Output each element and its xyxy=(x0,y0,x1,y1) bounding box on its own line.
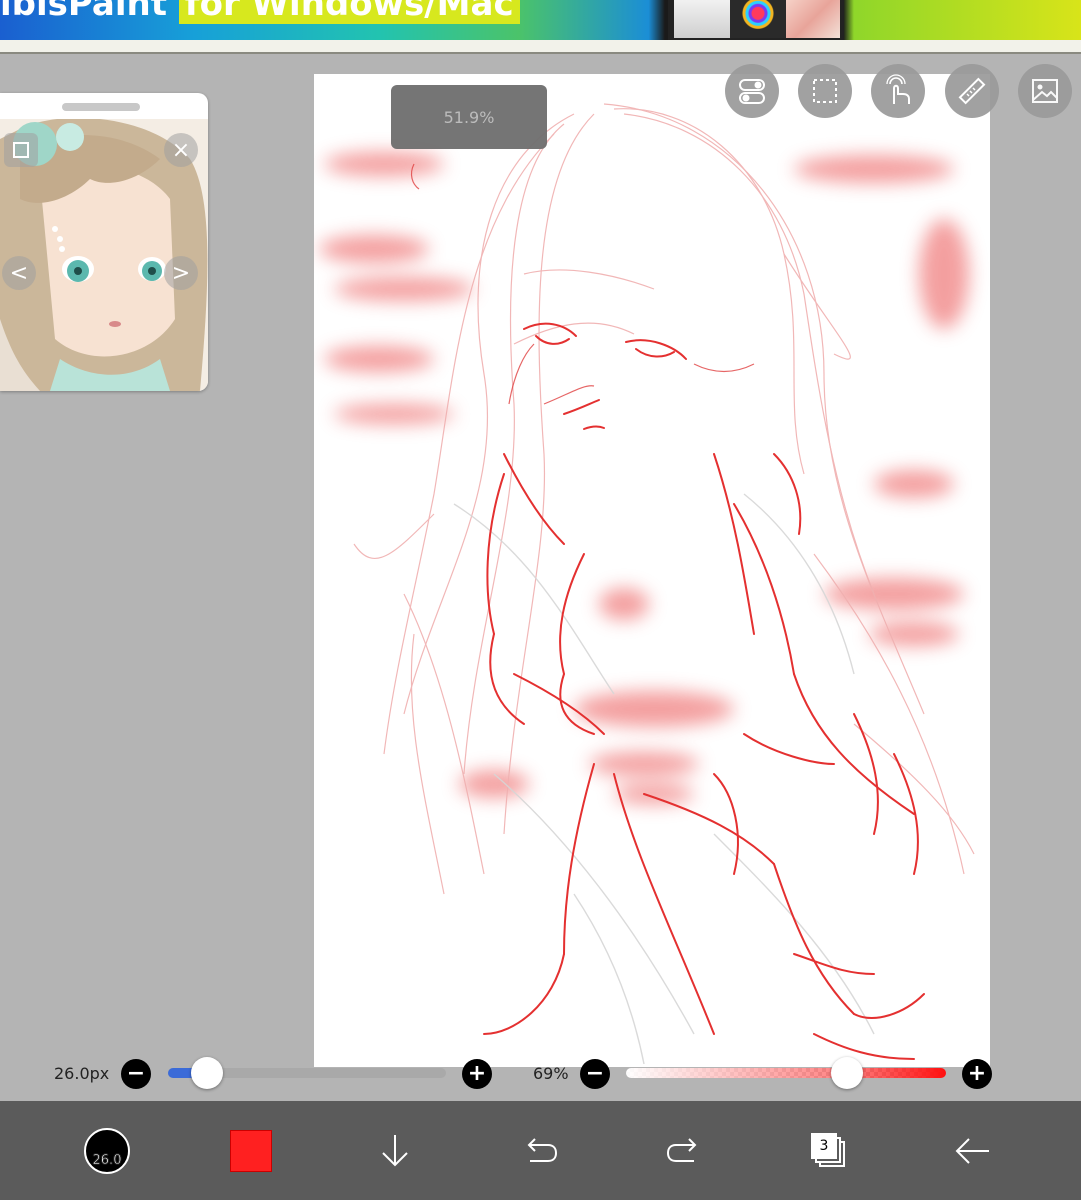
plus-icon: + xyxy=(467,1061,487,1086)
image-icon xyxy=(1032,79,1058,103)
ad-banner-text: ibisPaint for Windows/Mac xyxy=(0,0,520,24)
ad-thumbnail xyxy=(786,0,840,38)
chevron-left-icon: < xyxy=(9,260,29,286)
reference-prev-button[interactable]: < xyxy=(2,256,36,290)
reference-image-button[interactable] xyxy=(1018,64,1072,118)
color-swatch xyxy=(230,1129,272,1172)
reference-window[interactable]: × < > xyxy=(0,93,208,391)
sketch-artwork xyxy=(319,103,975,1065)
layers-icon: 3 xyxy=(809,1131,849,1171)
color-button[interactable] xyxy=(211,1101,291,1200)
ad-thumbnail xyxy=(674,0,730,38)
reference-close-button[interactable]: × xyxy=(164,133,198,167)
toggle-icon xyxy=(739,79,765,104)
redo-icon xyxy=(666,1137,697,1162)
selection-icon xyxy=(813,79,837,103)
square-icon xyxy=(13,142,29,158)
zoom-indicator: 51.9% xyxy=(391,85,547,149)
chevron-right-icon: > xyxy=(171,260,191,286)
opacity-plus-button[interactable]: + xyxy=(962,1059,992,1089)
drawing-canvas[interactable] xyxy=(314,74,990,1067)
brush-size-plus-button[interactable]: + xyxy=(462,1059,492,1089)
redo-button[interactable] xyxy=(644,1101,724,1200)
undo-button[interactable] xyxy=(500,1101,580,1200)
ad-banner[interactable]: ibisPaint for Windows/Mac xyxy=(0,0,1081,40)
ruler-button[interactable] xyxy=(945,64,999,118)
opacity-minus-button[interactable]: − xyxy=(580,1059,610,1089)
brush-size-knob[interactable] xyxy=(190,1057,223,1089)
opacity-label: 69% xyxy=(533,1064,569,1083)
brush-size-minus-button[interactable]: − xyxy=(121,1059,151,1089)
touch-gesture-icon xyxy=(886,74,910,104)
plus-icon: + xyxy=(967,1061,987,1086)
ad-thumbnail xyxy=(730,0,786,38)
brush-size-label: 26.0px xyxy=(54,1064,110,1083)
reference-layer-button[interactable] xyxy=(4,133,38,167)
touch-gesture-button[interactable] xyxy=(871,64,925,118)
ruler-icon xyxy=(958,77,986,105)
layers-button[interactable]: 3 xyxy=(789,1101,869,1200)
back-button[interactable] xyxy=(933,1101,1013,1200)
ad-banner-border xyxy=(0,40,1081,54)
toggle-button[interactable] xyxy=(725,64,779,118)
arrow-down-icon xyxy=(382,1134,408,1166)
minus-icon: − xyxy=(126,1061,146,1086)
ad-banner-thumbnails xyxy=(668,0,844,40)
layers-count: 3 xyxy=(811,1132,837,1159)
minus-icon: − xyxy=(585,1061,605,1086)
brush-tool-button[interactable]: 26.0 xyxy=(67,1101,147,1200)
arrow-left-icon xyxy=(955,1137,989,1164)
close-icon: × xyxy=(171,137,191,163)
undo-icon xyxy=(527,1137,558,1162)
move-down-button[interactable] xyxy=(355,1101,435,1200)
opacity-knob[interactable] xyxy=(830,1057,863,1089)
reference-window-handle[interactable] xyxy=(62,103,140,111)
reference-next-button[interactable]: > xyxy=(164,256,198,290)
bottom-toolbar: 26.0 3 xyxy=(0,1101,1081,1200)
opacity-slider[interactable] xyxy=(626,1068,946,1078)
selection-button[interactable] xyxy=(798,64,852,118)
brush-size-badge: 26.0 xyxy=(84,1127,130,1174)
